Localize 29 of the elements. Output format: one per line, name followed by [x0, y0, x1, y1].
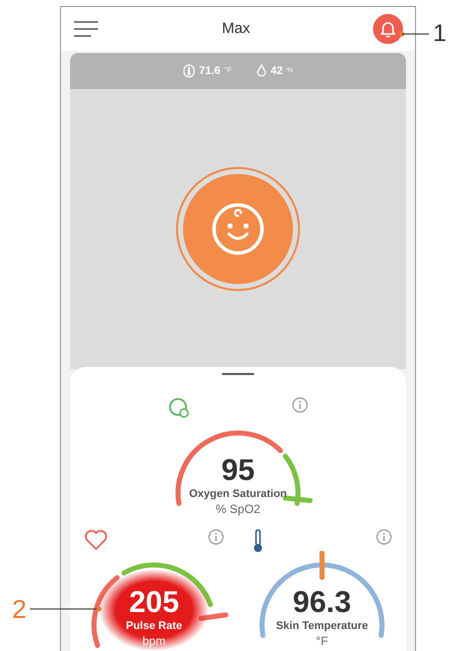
metric-label: Pulse Rate: [126, 620, 182, 634]
metric-value: 95: [221, 456, 255, 486]
baby-status-ring[interactable]: [176, 167, 300, 291]
callout-number: 2: [12, 596, 26, 622]
thermometer-icon: [252, 529, 264, 553]
leader-line: [399, 31, 429, 37]
environment-value: 71.6: [199, 64, 220, 79]
thermometer-icon: [183, 64, 195, 78]
water-drop-icon: [256, 64, 266, 78]
menu-icon[interactable]: [73, 20, 99, 38]
environment-value: 42: [270, 64, 283, 79]
metric-value: 96.3: [292, 588, 352, 618]
window-title: Max: [222, 18, 250, 39]
bell-icon: [379, 20, 397, 38]
metric-value: 205: [128, 588, 180, 618]
metric-label: Skin Temperature: [276, 620, 368, 634]
info-icon[interactable]: [292, 397, 308, 413]
metric-label: Oxygen Saturation: [189, 488, 287, 502]
metric-unit: °F: [316, 634, 328, 649]
oxygen-bubble-icon: [168, 397, 190, 419]
metric-unit: % SpO2: [216, 502, 260, 517]
info-icon[interactable]: [376, 529, 392, 545]
baby-face-icon: [211, 202, 265, 256]
heart-icon: [84, 529, 108, 551]
info-icon[interactable]: [208, 529, 224, 545]
callout-number: 1: [433, 22, 446, 46]
metric-unit: bpm: [142, 634, 166, 649]
alarm-button[interactable]: [373, 14, 403, 44]
sheet-handle[interactable]: [222, 373, 254, 375]
